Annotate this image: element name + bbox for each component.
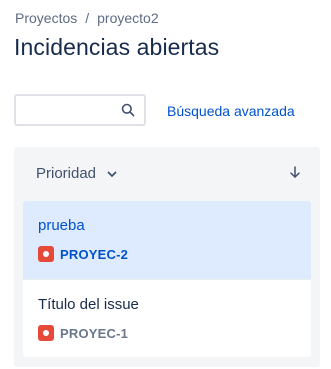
breadcrumb-projects-link[interactable]: Proyectos	[15, 10, 77, 26]
issue-list: prueba PROYEC-2 Título del issue PROYEC-…	[23, 201, 311, 357]
issue-meta: PROYEC-2	[38, 246, 296, 262]
bug-icon	[38, 246, 54, 262]
issue-key: PROYEC-1	[60, 325, 129, 341]
search-input[interactable]	[16, 96, 132, 124]
chevron-down-icon	[107, 171, 117, 177]
sort-direction-arrow-down-icon[interactable]	[288, 165, 302, 179]
breadcrumb-project-link[interactable]: proyecto2	[97, 10, 158, 26]
issue-card[interactable]: prueba PROYEC-2	[23, 201, 311, 279]
issues-panel: Prioridad prueba PROYEC-2 Título del iss…	[14, 147, 320, 367]
issue-meta: PROYEC-1	[38, 325, 296, 341]
sort-field-dropdown[interactable]: Prioridad	[36, 165, 118, 182]
search-box	[14, 94, 146, 126]
issue-key: PROYEC-2	[60, 246, 129, 262]
advanced-search-link[interactable]: Búsqueda avanzada	[167, 103, 295, 119]
page-title: Incidencias abiertas	[14, 34, 220, 60]
search-icon[interactable]	[121, 103, 135, 117]
issue-title: Título del issue	[38, 296, 139, 313]
sort-bar: Prioridad	[14, 147, 320, 199]
issue-card[interactable]: Título del issue PROYEC-1	[23, 279, 311, 357]
issue-title: prueba	[38, 217, 85, 234]
breadcrumb-separator: /	[85, 10, 90, 26]
breadcrumb: Proyectos / proyecto2	[15, 10, 159, 26]
sort-field-label: Prioridad	[36, 165, 97, 182]
bug-icon	[38, 325, 54, 341]
